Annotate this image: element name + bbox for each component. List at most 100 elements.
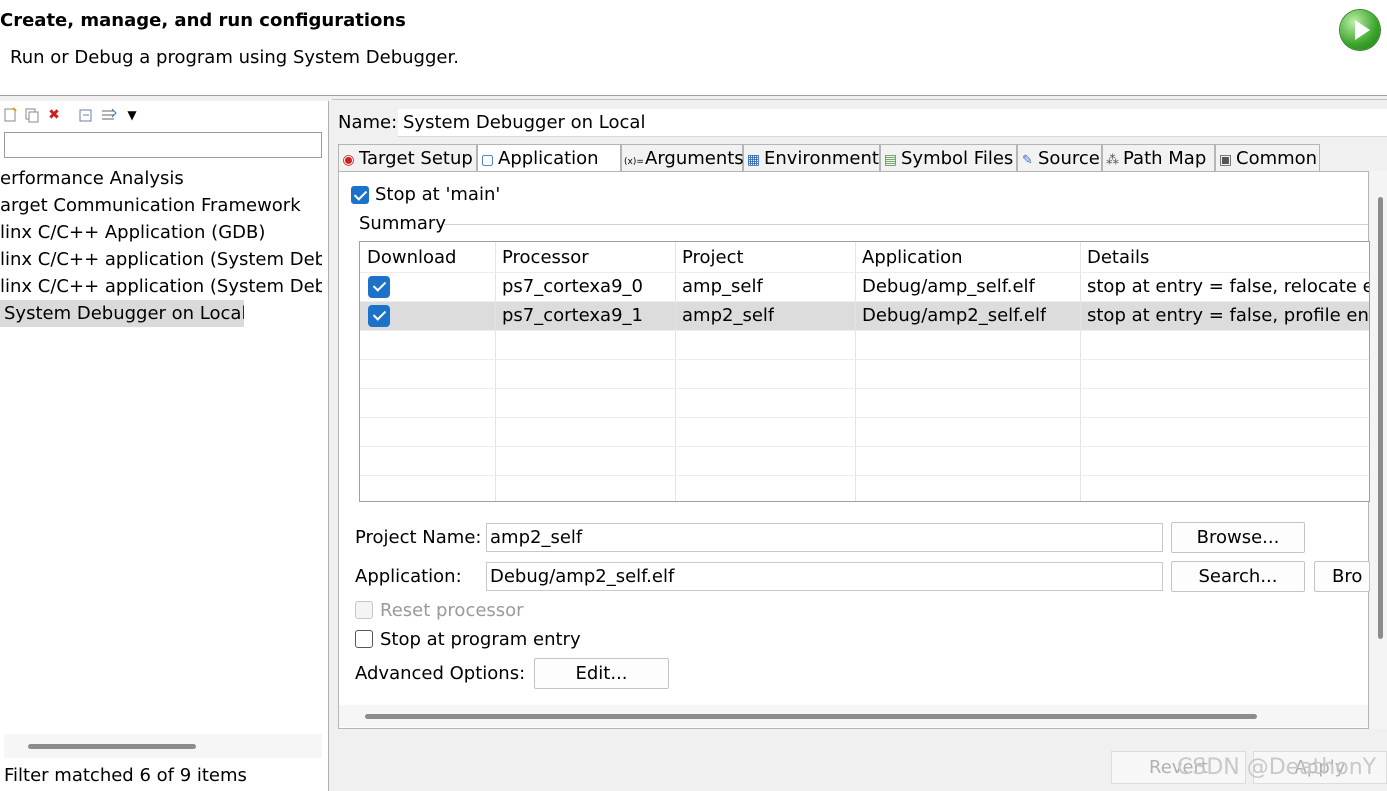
- tree-item-target-communication-framework[interactable]: arget Communication Framework: [0, 192, 322, 219]
- content-vertical-scrollbar[interactable]: [1370, 171, 1387, 729]
- stop-at-main-label: Stop at 'main': [375, 184, 501, 205]
- new-configuration-icon[interactable]: [2, 107, 18, 123]
- common-icon: ▣: [1218, 152, 1233, 168]
- project-name-input[interactable]: amp2_self: [486, 523, 1163, 552]
- tree-horizontal-scrollbar[interactable]: [4, 734, 322, 758]
- collapse-all-icon[interactable]: [78, 107, 94, 123]
- tree-item-performance-analysis[interactable]: erformance Analysis: [0, 165, 322, 192]
- row-divider: [360, 330, 1369, 331]
- filter-status: Filter matched 6 of 9 items: [4, 765, 247, 786]
- tab-label: Application: [498, 148, 599, 169]
- column-divider: [855, 242, 856, 501]
- column-header-application[interactable]: Application: [862, 247, 963, 268]
- advanced-options-label: Advanced Options:: [355, 663, 526, 684]
- tab-label: Source: [1038, 148, 1100, 169]
- summary-table: Download Processor Project Application D…: [359, 241, 1370, 502]
- content-horizontal-scrollbar[interactable]: [339, 705, 1368, 727]
- summary-divider: [443, 224, 1368, 225]
- column-header-download[interactable]: Download: [367, 247, 456, 268]
- table-cell-details: stop at entry = false, relocate elf: [1087, 276, 1370, 297]
- name-input[interactable]: System Debugger on Local: [398, 109, 1387, 137]
- row-divider: [360, 417, 1369, 418]
- source-icon: ✎: [1022, 153, 1033, 168]
- duplicate-icon[interactable]: [24, 107, 40, 123]
- dialog-title: Create, manage, and run configurations: [0, 10, 406, 31]
- scrollbar-thumb[interactable]: [365, 714, 1257, 719]
- run-icon: [1340, 10, 1380, 50]
- column-divider: [495, 242, 496, 501]
- row-divider: [360, 301, 1369, 302]
- tab-arguments[interactable]: (x)=Arguments: [621, 144, 744, 172]
- application-input[interactable]: Debug/amp2_self.elf: [486, 562, 1163, 591]
- tree-item-xilinx-application-system-debugger-2[interactable]: linx C/C++ application (System Debu: [0, 273, 322, 300]
- column-divider: [675, 242, 676, 501]
- table-cell-processor: ps7_cortexa9_0: [502, 276, 643, 297]
- browse-button[interactable]: Browse...: [1171, 522, 1305, 553]
- symbol-files-icon: ▤: [883, 152, 898, 168]
- table-cell-application: Debug/amp_self.elf: [862, 276, 1035, 297]
- tab-label: Target Setup: [359, 148, 473, 169]
- tree-item-system-debugger-on-local[interactable]: System Debugger on Local: [0, 300, 244, 327]
- column-divider: [1080, 242, 1081, 501]
- tab-label: Arguments: [645, 148, 744, 169]
- search-button[interactable]: Search...: [1171, 561, 1305, 592]
- column-header-project[interactable]: Project: [682, 247, 744, 268]
- dialog-subtitle: Run or Debug a program using System Debu…: [10, 47, 459, 68]
- table-cell-project: amp2_self: [682, 305, 775, 326]
- watermark: CSDN @DeathonY: [1177, 755, 1377, 780]
- reset-processor-label: Reset processor: [380, 600, 524, 621]
- application-icon: ▢: [480, 152, 495, 168]
- edit-button[interactable]: Edit...: [534, 658, 669, 689]
- tree-item-xilinx-application-gdb[interactable]: linx C/C++ Application (GDB): [0, 219, 322, 246]
- column-header-details[interactable]: Details: [1087, 247, 1149, 268]
- tree-item-xilinx-application-system-debugger[interactable]: linx C/C++ application (System Debu: [0, 246, 322, 273]
- name-label: Name:: [338, 112, 398, 133]
- filter-input[interactable]: [4, 132, 322, 158]
- project-name-label: Project Name:: [355, 527, 482, 548]
- column-header-processor[interactable]: Processor: [502, 247, 589, 268]
- tab-symbol-files[interactable]: ▤ Symbol Files: [880, 144, 1017, 172]
- dialog-header: Create, manage, and run configurations R…: [0, 0, 1387, 96]
- browse-application-button[interactable]: Bro: [1314, 561, 1370, 592]
- tab-application[interactable]: ▢ Application: [477, 144, 621, 172]
- row-download-checkbox[interactable]: [368, 305, 390, 327]
- tab-bar: ◉ Target Setup ▢ Application (x)=Arguments…: [338, 144, 1387, 172]
- scrollbar-thumb[interactable]: [28, 744, 196, 749]
- stop-at-entry-checkbox[interactable]: [355, 630, 373, 648]
- filter-icon[interactable]: [100, 107, 117, 123]
- application-tab-content: Stop at 'main' Summary Download Processo…: [338, 171, 1370, 729]
- tab-common[interactable]: ▣ Common: [1215, 144, 1320, 172]
- environment-icon: ▦: [746, 152, 761, 168]
- table-cell-processor: ps7_cortexa9_1: [502, 305, 643, 326]
- target-icon: ◉: [342, 152, 355, 168]
- stop-at-entry-label: Stop at program entry: [380, 629, 581, 650]
- application-label: Application:: [355, 566, 462, 587]
- row-divider: [360, 272, 1369, 273]
- view-menu-icon[interactable]: ▼: [124, 107, 140, 123]
- tab-label: Common: [1236, 148, 1318, 169]
- row-divider: [360, 475, 1369, 476]
- table-cell-application: Debug/amp2_self.elf: [862, 305, 1047, 326]
- summary-label: Summary: [359, 213, 446, 234]
- stop-at-main-checkbox[interactable]: [351, 186, 369, 204]
- table-cell-details: stop at entry = false, profile enab: [1087, 305, 1370, 326]
- reset-processor-checkbox[interactable]: [355, 601, 373, 619]
- tab-label: Environment: [764, 148, 879, 169]
- tree-toolbar: ✖ ▼: [0, 105, 320, 127]
- table-cell-project: amp_self: [682, 276, 763, 297]
- scrollbar-thumb[interactable]: [1378, 197, 1383, 639]
- tab-label: Path Map: [1123, 148, 1207, 169]
- tab-source[interactable]: ✎ Source: [1017, 144, 1102, 172]
- row-divider: [360, 388, 1369, 389]
- row-download-checkbox[interactable]: [368, 276, 390, 298]
- path-map-icon: ⁂: [1106, 153, 1119, 168]
- row-divider: [360, 359, 1369, 360]
- divider: [332, 99, 1387, 100]
- tab-target-setup[interactable]: ◉ Target Setup: [338, 144, 477, 172]
- row-divider: [360, 446, 1369, 447]
- tab-environment[interactable]: ▦ Environment: [743, 144, 880, 172]
- tab-path-map[interactable]: ⁂ Path Map: [1102, 144, 1215, 172]
- delete-icon[interactable]: ✖: [46, 107, 62, 123]
- tab-label: Symbol Files: [901, 148, 1014, 169]
- configuration-tree-panel: ✖ ▼ erformance Analysis arget Communicat…: [0, 101, 329, 791]
